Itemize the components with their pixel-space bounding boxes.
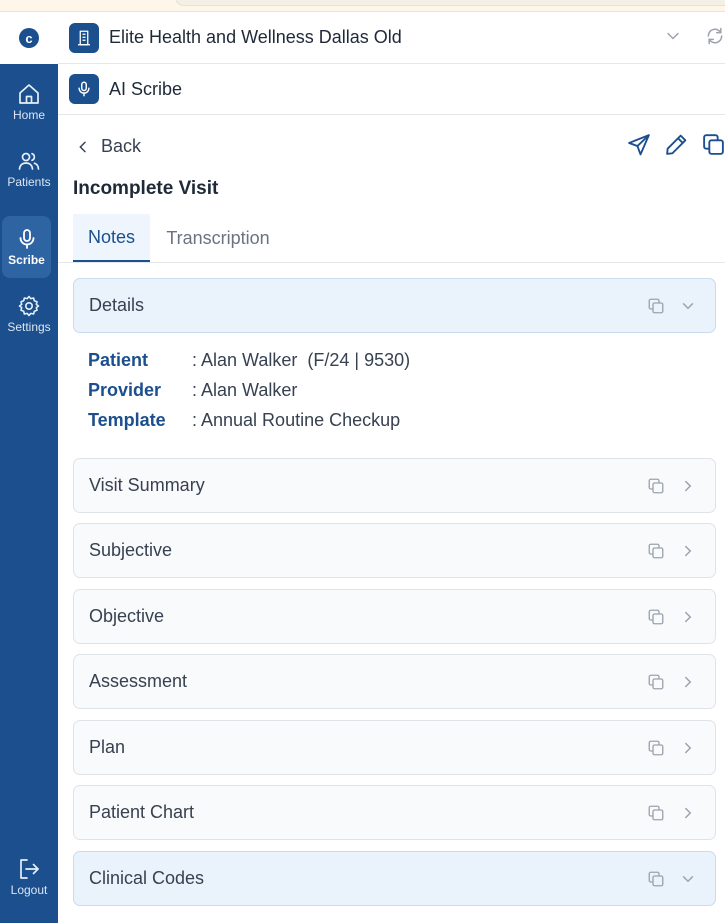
chevron-left-icon xyxy=(79,141,86,152)
section-assessment[interactable]: Assessment xyxy=(73,654,716,709)
copy-icon[interactable] xyxy=(647,804,665,822)
section-details[interactable]: Details xyxy=(73,278,716,333)
detail-row-patient: Patient : Alan Walker (F/24 | 9530) xyxy=(88,345,410,375)
copy-icon[interactable] xyxy=(647,673,665,691)
sidebar-item-home[interactable]: Home xyxy=(0,72,58,132)
logo-icon: c xyxy=(19,28,39,48)
module-header: AI Scribe xyxy=(58,64,725,115)
logout-button[interactable]: Logout xyxy=(0,847,58,907)
chevron-right-icon[interactable] xyxy=(679,542,697,560)
tab-notes[interactable]: Notes xyxy=(73,214,150,262)
sidebar: c Home Patients Scribe Settings Logout xyxy=(0,12,58,923)
detail-key: Provider xyxy=(88,380,162,400)
page-title: Incomplete Visit xyxy=(73,178,219,199)
building-icon xyxy=(78,30,90,45)
browser-top-strip xyxy=(0,0,725,12)
microphone-icon xyxy=(19,229,34,249)
logout-label: Logout xyxy=(10,883,48,897)
chevron-down-icon[interactable] xyxy=(679,297,697,315)
section-title: Clinical Codes xyxy=(89,868,205,888)
chevron-right-icon[interactable] xyxy=(679,673,697,691)
chevron-down-icon[interactable] xyxy=(663,26,683,46)
detail-value: : Alan Walker xyxy=(192,380,298,400)
section-objective[interactable]: Objective xyxy=(73,589,716,644)
copy-icon[interactable] xyxy=(701,132,725,157)
module-badge xyxy=(69,74,99,104)
detail-row-template: Template : Annual Routine Checkup xyxy=(88,405,410,435)
section-title: Assessment xyxy=(89,671,188,691)
detail-row-provider: Provider : Alan Walker xyxy=(88,375,410,405)
module-title: AI Scribe xyxy=(109,78,183,99)
microphone-icon xyxy=(78,81,90,97)
copy-icon[interactable] xyxy=(647,739,665,757)
sidebar-item-settings[interactable]: Settings xyxy=(0,284,58,344)
notes-tabs: Notes Transcription xyxy=(58,214,725,263)
section-clinical-codes[interactable]: Clinical Codes xyxy=(73,851,716,906)
section-subjective[interactable]: Subjective xyxy=(73,523,716,578)
users-icon xyxy=(18,152,40,170)
chevron-right-icon[interactable] xyxy=(679,608,697,626)
org-header: Elite Health and Wellness Dallas Old xyxy=(58,12,725,64)
home-icon xyxy=(19,84,39,104)
sidebar-item-scribe[interactable]: Scribe xyxy=(2,216,51,278)
logout-icon xyxy=(20,859,39,879)
section-visit-summary[interactable]: Visit Summary xyxy=(73,458,716,513)
section-title: Details xyxy=(89,295,145,315)
back-label: Back xyxy=(101,136,142,156)
refresh-icon[interactable] xyxy=(705,26,725,46)
section-title: Plan xyxy=(89,737,126,757)
detail-value: : Annual Routine Checkup xyxy=(192,410,401,430)
chevron-down-icon[interactable] xyxy=(679,870,697,888)
section-title: Visit Summary xyxy=(89,475,205,495)
section-title: Subjective xyxy=(89,540,173,560)
edit-icon[interactable] xyxy=(664,132,689,157)
note-actions xyxy=(627,132,725,157)
sidebar-item-label: Scribe xyxy=(8,253,45,267)
sidebar-item-label: Settings xyxy=(7,320,51,334)
chevron-right-icon[interactable] xyxy=(679,739,697,757)
detail-key: Patient xyxy=(88,350,149,370)
chevron-right-icon[interactable] xyxy=(679,477,697,495)
tab-transcription[interactable]: Transcription xyxy=(163,214,273,262)
sidebar-item-label: Patients xyxy=(7,175,51,189)
copy-icon[interactable] xyxy=(647,297,665,315)
back-button[interactable]: Back xyxy=(75,136,141,157)
send-icon[interactable] xyxy=(627,132,652,157)
sidebar-item-patients[interactable]: Patients xyxy=(0,139,58,199)
details-body: Patient : Alan Walker (F/24 | 9530) Prov… xyxy=(88,345,410,435)
copy-icon[interactable] xyxy=(647,608,665,626)
detail-value: : Alan Walker (F/24 | 9530) xyxy=(192,350,411,370)
address-bar-edge xyxy=(175,0,725,6)
app-logo[interactable]: c xyxy=(0,12,58,64)
organization-name[interactable]: Elite Health and Wellness Dallas Old xyxy=(109,27,402,48)
sidebar-item-label: Home xyxy=(12,108,45,122)
gear-icon xyxy=(18,295,40,317)
copy-icon[interactable] xyxy=(647,542,665,560)
copy-icon[interactable] xyxy=(647,870,665,888)
section-patient-chart[interactable]: Patient Chart xyxy=(73,785,716,840)
section-title: Objective xyxy=(89,606,165,626)
section-title: Patient Chart xyxy=(89,802,195,822)
section-plan[interactable]: Plan xyxy=(73,720,716,775)
chevron-right-icon[interactable] xyxy=(679,804,697,822)
detail-key: Template xyxy=(88,410,166,430)
copy-icon[interactable] xyxy=(647,477,665,495)
organization-badge xyxy=(69,22,99,53)
